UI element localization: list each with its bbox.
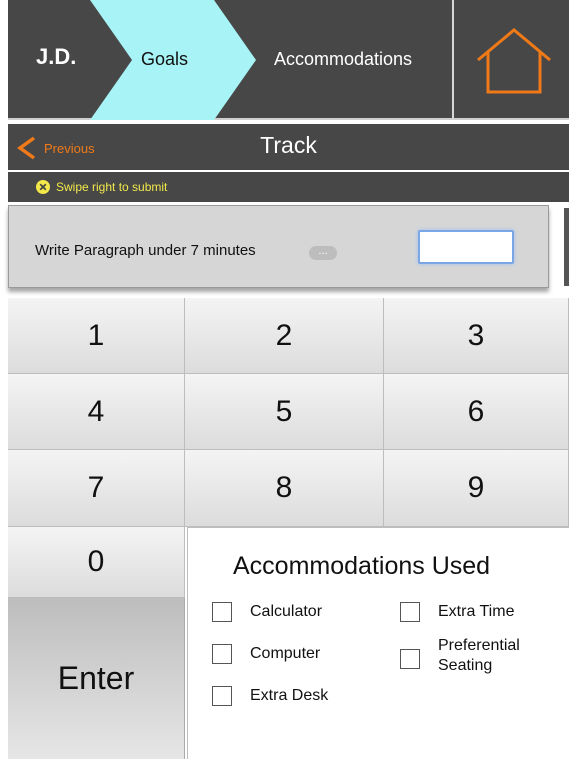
key-0[interactable]: 0 [8,527,185,598]
key-7[interactable]: 7 [8,450,185,527]
key-9[interactable]: 9 [384,450,569,527]
key-8[interactable]: 8 [185,450,384,527]
checkbox-label: Extra Time [438,603,515,620]
checkbox-box[interactable] [212,644,232,664]
accommodations-panel: Accommodations Used Calculator Extra Tim… [187,527,569,759]
checkbox-box[interactable] [212,686,232,706]
checkbox-label: Extra Desk [250,687,329,704]
page-title: Track [260,132,317,158]
accommodations-tab[interactable]: Accommodations [274,49,412,70]
checkbox-label: Computer [250,645,321,662]
checkbox-label: Preferential Seating [438,637,520,674]
computer-checkbox[interactable]: Computer [212,644,320,664]
checkbox-box[interactable] [400,649,420,669]
key-2[interactable]: 2 [185,298,384,374]
student-initials[interactable]: J.D. [36,44,76,70]
key-6[interactable]: 6 [384,374,569,450]
next-card-edge [564,208,569,286]
hint-text: Swipe right to submit [56,180,168,194]
extra-desk-checkbox[interactable]: Extra Desk [212,686,328,706]
extra-time-checkbox[interactable]: Extra Time [400,602,514,622]
goal-card[interactable]: Write Paragraph under 7 minutes ... [8,205,549,288]
key-4[interactable]: 4 [8,374,185,450]
track-bar: Previous Track [8,124,569,170]
key-5[interactable]: 5 [185,374,384,450]
key-1[interactable]: 1 [8,298,185,374]
goal-text: Write Paragraph under 7 minutes [35,242,256,259]
close-circle-icon [36,180,50,194]
hint-bar: Swipe right to submit [8,172,569,202]
score-input[interactable] [418,230,514,264]
more-button[interactable]: ... [309,246,337,260]
checkbox-box[interactable] [400,602,420,622]
checkbox-box[interactable] [212,602,232,622]
preferential-seating-checkbox[interactable]: Preferential Seating [400,636,538,676]
key-3[interactable]: 3 [384,298,569,374]
calculator-checkbox[interactable]: Calculator [212,602,322,622]
top-navigation: J.D. Goals Accommodations [8,0,569,120]
accommodations-title: Accommodations Used [233,552,491,580]
goals-tab[interactable]: Goals [141,49,188,70]
home-icon[interactable] [474,26,554,96]
checkbox-label: Calculator [250,603,323,620]
enter-button[interactable]: Enter [8,598,185,759]
nav-divider [452,0,454,120]
